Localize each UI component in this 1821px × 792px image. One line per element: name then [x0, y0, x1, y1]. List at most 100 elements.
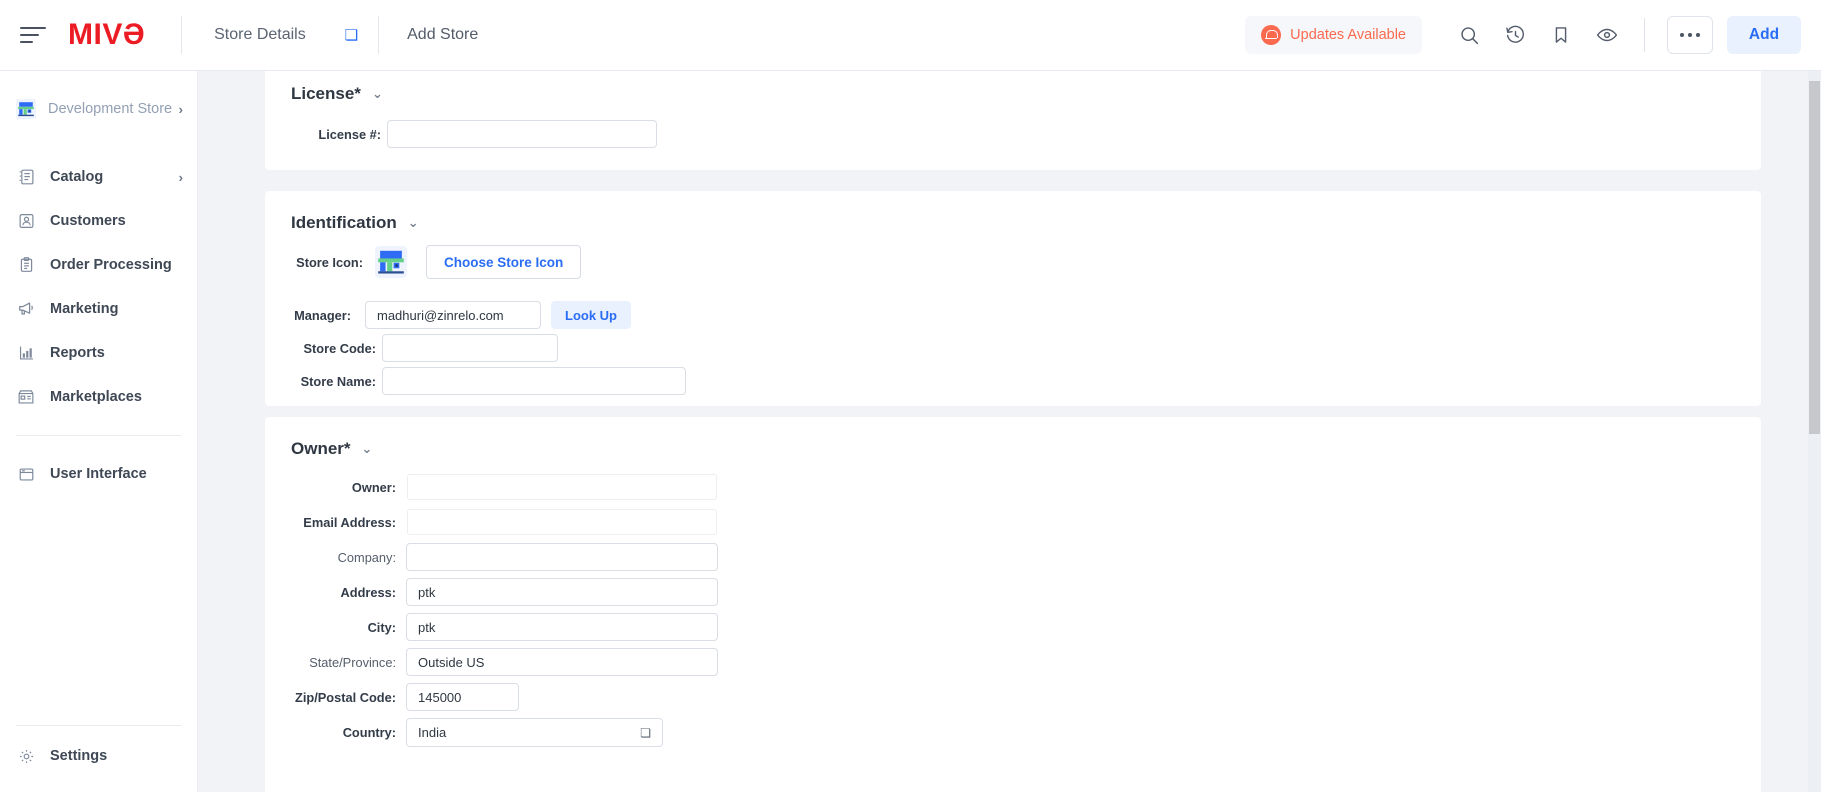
owner-input[interactable] [406, 473, 718, 501]
sidebar-item-marketplaces[interactable]: Marketplaces [0, 375, 197, 419]
country-select[interactable]: India ❏ [406, 718, 663, 747]
store-name-input[interactable] [382, 367, 686, 395]
sidebar-item-marketing[interactable]: Marketing [0, 287, 197, 331]
owner-row: Owner: [291, 473, 718, 501]
address-input[interactable] [406, 578, 718, 606]
sidebar-item-label: Reports [50, 345, 105, 361]
sidebar-item-label: Catalog [50, 169, 104, 185]
reports-icon [16, 343, 36, 363]
license-card: License* ⌄ License #: [265, 71, 1761, 170]
zip-postal-code-row: Zip/Postal Code: [291, 683, 519, 711]
manager-look-up-button[interactable]: Look Up [551, 301, 631, 329]
top-bar: MIVƏ Store Details ❏ Add Store Updates A… [0, 0, 1821, 71]
email-address-input[interactable] [406, 508, 718, 536]
more-options-button[interactable] [1667, 16, 1713, 54]
city-row: City: [291, 613, 718, 641]
sidebar-store-label: Development Store [48, 101, 173, 117]
sidebar-divider [16, 725, 181, 726]
updates-available-button[interactable]: Updates Available [1245, 16, 1422, 54]
chevron-right-icon: › [178, 169, 183, 185]
breadcrumb-current-page: Add Store [407, 26, 479, 43]
store-code-label: Store Code: [303, 340, 376, 356]
main-content: License* ⌄ License #: Identification ⌄ S… [198, 71, 1821, 792]
state-province-label: State/Province: [309, 654, 396, 670]
chevron-down-icon: ❏ [344, 26, 359, 44]
city-label: City: [367, 619, 396, 635]
vertical-scrollbar-track[interactable] [1808, 71, 1821, 792]
sidebar-item-label: Marketing [50, 301, 119, 317]
sidebar-divider [16, 435, 181, 436]
chevron-down-icon[interactable]: ⌄ [372, 86, 383, 102]
store-name-label: Store Name: [300, 373, 376, 389]
email-address-row: Email Address: [291, 508, 718, 536]
license-number-row: License #: [291, 120, 657, 148]
store-icon [16, 99, 36, 119]
breadcrumb-store-details-select[interactable]: Store Details ❏ [182, 16, 378, 54]
company-input[interactable] [406, 543, 718, 571]
sidebar-item-user-interface[interactable]: User Interface [0, 452, 197, 496]
sidebar-item-label: User Interface [50, 466, 147, 482]
choose-store-icon-button[interactable]: Choose Store Icon [426, 245, 582, 279]
sidebar-store-selector[interactable]: Development Store › [0, 87, 197, 131]
sidebar-item-label: Settings [50, 748, 108, 764]
owner-card-title[interactable]: Owner* ⌄ [291, 439, 372, 459]
gear-icon [16, 746, 36, 766]
add-button[interactable]: Add [1727, 16, 1801, 54]
order-processing-icon [16, 255, 36, 275]
email-address-label: Email Address: [303, 514, 396, 530]
sidebar-item-customers[interactable]: Customers [0, 199, 197, 243]
license-number-input[interactable] [387, 120, 657, 148]
chevron-right-icon: › [178, 101, 183, 117]
company-row: Company: [291, 543, 718, 571]
license-number-label: License #: [318, 126, 381, 142]
dot [1696, 33, 1700, 37]
license-card-title[interactable]: License* ⌄ [291, 84, 383, 104]
store-icon-preview [375, 246, 407, 278]
zip-postal-code-label: Zip/Postal Code: [295, 689, 396, 705]
sidebar-item-label: Order Processing [50, 257, 172, 273]
history-icon[interactable] [1492, 12, 1538, 58]
dot [1680, 33, 1684, 37]
hamburger-icon[interactable] [20, 25, 46, 45]
store-code-input[interactable] [382, 334, 558, 362]
chevron-down-icon[interactable]: ⌄ [362, 441, 373, 457]
sidebar-item-order-processing[interactable]: Order Processing [0, 243, 197, 287]
state-province-input[interactable] [406, 648, 718, 676]
vertical-scrollbar-thumb[interactable] [1809, 81, 1820, 434]
hamburger-line [20, 34, 39, 36]
bookmark-icon[interactable] [1538, 12, 1584, 58]
manager-row: Manager: Look Up [291, 301, 631, 329]
update-alert-icon [1261, 25, 1282, 45]
manager-label: Manager: [294, 307, 351, 323]
chevron-down-icon[interactable]: ⌄ [408, 215, 419, 231]
city-input[interactable] [406, 613, 718, 641]
top-bar-actions: Updates Available Add [1245, 12, 1821, 58]
license-title-text: License* [291, 84, 361, 103]
miva-logo[interactable]: MIVƏ [68, 20, 145, 50]
address-row: Address: [291, 578, 718, 606]
catalog-icon [16, 167, 36, 187]
country-select-value: India [418, 725, 447, 740]
marketing-icon [16, 299, 36, 319]
country-row: Country: India ❏ [291, 718, 663, 747]
manager-input[interactable] [365, 301, 541, 329]
address-label: Address: [340, 584, 396, 600]
marketplaces-icon [16, 387, 36, 407]
zip-postal-code-input[interactable] [406, 683, 519, 711]
country-label: Country: [342, 725, 396, 740]
identification-card-title[interactable]: Identification ⌄ [291, 213, 419, 233]
sidebar-item-label: Marketplaces [50, 389, 142, 405]
sidebar: Development Store › Catalog › Customers … [0, 71, 198, 792]
sidebar-item-settings[interactable]: Settings [0, 734, 197, 778]
store-icon-row: Store Icon: Choose Store Icon [291, 245, 582, 279]
owner-title-text: Owner* [291, 439, 351, 458]
owner-card: Owner* ⌄ Owner: Email Address: Company: … [265, 417, 1761, 792]
sidebar-footer: Settings [0, 709, 197, 792]
identification-title-text: Identification [291, 213, 397, 232]
sidebar-item-catalog[interactable]: Catalog › [0, 155, 197, 199]
sidebar-item-reports[interactable]: Reports [0, 331, 197, 375]
updates-available-label: Updates Available [1290, 27, 1406, 43]
eye-icon[interactable] [1584, 12, 1630, 58]
search-icon[interactable] [1446, 12, 1492, 58]
store-icon-label: Store Icon: [296, 254, 363, 270]
